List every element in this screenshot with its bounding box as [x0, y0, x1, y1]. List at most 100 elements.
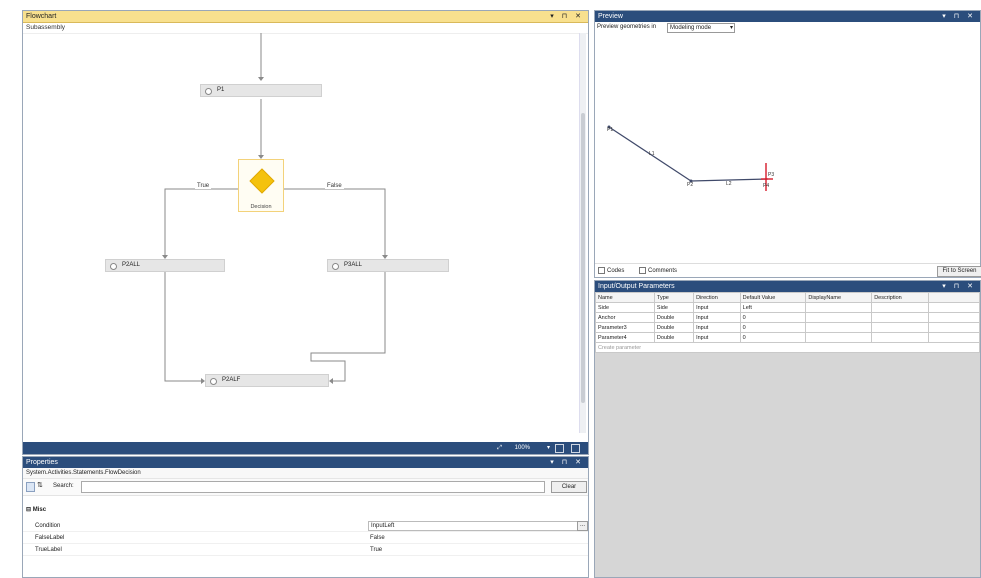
cell-displayname[interactable] — [805, 332, 873, 343]
io-parameters-panel: Input/Output Parameters ▾ ⊓ ✕ Name Type … — [594, 280, 981, 578]
create-parameter-placeholder[interactable]: Create parameter — [595, 342, 980, 353]
properties-title: Properties — [26, 459, 58, 466]
cell-name[interactable]: Parameter4 — [595, 332, 655, 343]
alphabetical-view-icon[interactable]: ⇅ — [37, 481, 43, 489]
cell-description[interactable] — [871, 332, 929, 343]
property-row-truelabel[interactable]: TrueLabel True — [23, 545, 588, 556]
cell-direction[interactable]: Input — [693, 302, 741, 313]
cell-empty — [928, 312, 980, 323]
cell-name[interactable]: Anchor — [595, 312, 655, 323]
flowchart-title-bar: Flowchart ▾ ⊓ ✕ — [23, 11, 588, 23]
overview-icon[interactable] — [571, 444, 580, 453]
clear-button[interactable]: Clear — [551, 481, 587, 493]
io-parameters-title-bar: Input/Output Parameters ▾ ⊓ ✕ — [595, 281, 980, 292]
connector-left-bottom — [164, 269, 201, 382]
column-header[interactable]: Direction — [693, 292, 741, 303]
ellipsis-button[interactable]: ... — [577, 521, 588, 531]
cell-direction[interactable]: Input — [693, 332, 741, 343]
properties-type-path: System.Activities.Statements.FlowDecisio… — [23, 468, 588, 479]
cell-displayname[interactable] — [805, 322, 873, 333]
geometry-mode-value: Modeling mode — [670, 25, 712, 31]
io-parameters-title: Input/Output Parameters — [598, 283, 675, 290]
cell-default[interactable]: 0 — [739, 312, 807, 323]
preview-window-buttons[interactable]: ▾ ⊓ ✕ — [942, 11, 976, 22]
decision-diamond-icon — [249, 168, 275, 194]
point-label: P2 — [687, 182, 693, 188]
connector-true — [164, 188, 238, 255]
geometry-preview-canvas[interactable]: P1 L1 P2 L2 P3 P4 — [595, 35, 980, 263]
misc-section-header[interactable]: ⊟ Misc — [26, 506, 46, 513]
cell-type[interactable]: Double — [653, 322, 695, 333]
cell-displayname[interactable] — [805, 312, 873, 323]
activity-label: P3ALL — [344, 262, 363, 268]
scrollbar-thumb[interactable] — [581, 113, 585, 403]
activity-label: P2ALL — [122, 262, 141, 268]
property-value[interactable]: False — [370, 533, 385, 543]
preview-panel: Preview ▾ ⊓ ✕ Preview geometries in Mode… — [594, 10, 981, 278]
column-header[interactable]: Name — [595, 292, 655, 303]
flow-decision[interactable]: Decision — [238, 159, 284, 212]
cell-default[interactable]: Left — [739, 302, 807, 313]
cell-description[interactable] — [871, 302, 929, 313]
activity-label: P1 — [217, 87, 225, 93]
column-header[interactable]: Type — [653, 292, 695, 303]
table-row[interactable]: Parameter4 Double Input 0 — [595, 332, 980, 343]
condition-value-field[interactable]: InputLeft — [368, 521, 578, 531]
cell-direction[interactable]: Input — [693, 322, 741, 333]
table-row[interactable]: Parameter3 Double Input 0 — [595, 322, 980, 333]
activity-p3all[interactable]: P3ALL — [327, 259, 449, 272]
fit-icon[interactable] — [555, 444, 564, 453]
cell-description[interactable] — [871, 322, 929, 333]
cell-type[interactable]: Double — [653, 332, 695, 343]
property-name: TrueLabel — [35, 547, 62, 553]
fit-to-screen-button[interactable]: Fit to Screen — [937, 266, 981, 277]
codes-checkbox[interactable]: Codes — [598, 267, 624, 274]
cell-type[interactable]: Double — [653, 312, 695, 323]
properties-toolbar: ⇅ Search: Clear — [23, 479, 588, 496]
table-row[interactable]: Side Side Input Left — [595, 302, 980, 313]
cell-default[interactable]: 0 — [739, 332, 807, 343]
activity-icon — [332, 263, 339, 270]
flowchart-vertical-scrollbar[interactable] — [579, 33, 586, 433]
activity-p1[interactable]: P1 — [200, 84, 322, 97]
activity-icon — [210, 378, 217, 385]
properties-window-buttons[interactable]: ▾ ⊓ ✕ — [550, 457, 584, 468]
activity-p2alf[interactable]: P2ALF — [205, 374, 329, 387]
expand-icon[interactable]: ⤢ — [497, 442, 502, 454]
column-header[interactable]: Description — [871, 292, 929, 303]
property-value[interactable]: True — [370, 545, 382, 555]
flowchart-status-bar: ⤢ 100% ▾ — [23, 442, 588, 454]
cell-empty — [928, 332, 980, 343]
cell-direction[interactable]: Input — [693, 312, 741, 323]
table-row[interactable]: Anchor Double Input 0 — [595, 312, 980, 323]
zoom-dropdown-icon[interactable]: ▾ — [547, 442, 550, 454]
activity-p2all[interactable]: P2ALL — [105, 259, 225, 272]
point-label: P3 — [768, 172, 774, 178]
column-header[interactable]: DisplayName — [805, 292, 873, 303]
cell-type[interactable]: Side — [653, 302, 695, 313]
properties-panel: Properties ▾ ⊓ ✕ System.Activities.State… — [22, 456, 589, 578]
create-parameter-row[interactable]: Create parameter — [595, 342, 980, 353]
activity-icon — [205, 88, 212, 95]
properties-title-bar: Properties ▾ ⊓ ✕ — [23, 457, 588, 468]
property-row-condition[interactable]: Condition InputLeft ... — [23, 521, 588, 532]
geometry-mode-select[interactable]: Modeling mode ▾ — [667, 23, 735, 33]
flowchart-canvas[interactable]: P1 Decision True False P2ALL P3ALL P2ALF — [23, 33, 588, 443]
cell-displayname[interactable] — [805, 302, 873, 313]
zoom-level[interactable]: 100% — [515, 442, 530, 454]
column-header[interactable]: Default Value — [739, 292, 807, 303]
connector-false — [284, 188, 386, 255]
true-branch-label: True — [195, 183, 212, 189]
cell-description[interactable] — [871, 312, 929, 323]
comments-checkbox[interactable]: Comments — [639, 267, 677, 274]
properties-search-input[interactable] — [81, 481, 545, 493]
cell-empty — [928, 302, 980, 313]
categorized-view-icon[interactable] — [26, 482, 35, 492]
collapse-icon[interactable]: ⊟ — [26, 507, 31, 513]
io-window-buttons[interactable]: ▾ ⊓ ✕ — [942, 281, 976, 292]
cell-default[interactable]: 0 — [739, 322, 807, 333]
cell-name[interactable]: Parameter3 — [595, 322, 655, 333]
cell-name[interactable]: Side — [595, 302, 655, 313]
flowchart-window-buttons[interactable]: ▾ ⊓ ✕ — [550, 11, 584, 22]
property-row-falselabel[interactable]: FalseLabel False — [23, 533, 588, 544]
